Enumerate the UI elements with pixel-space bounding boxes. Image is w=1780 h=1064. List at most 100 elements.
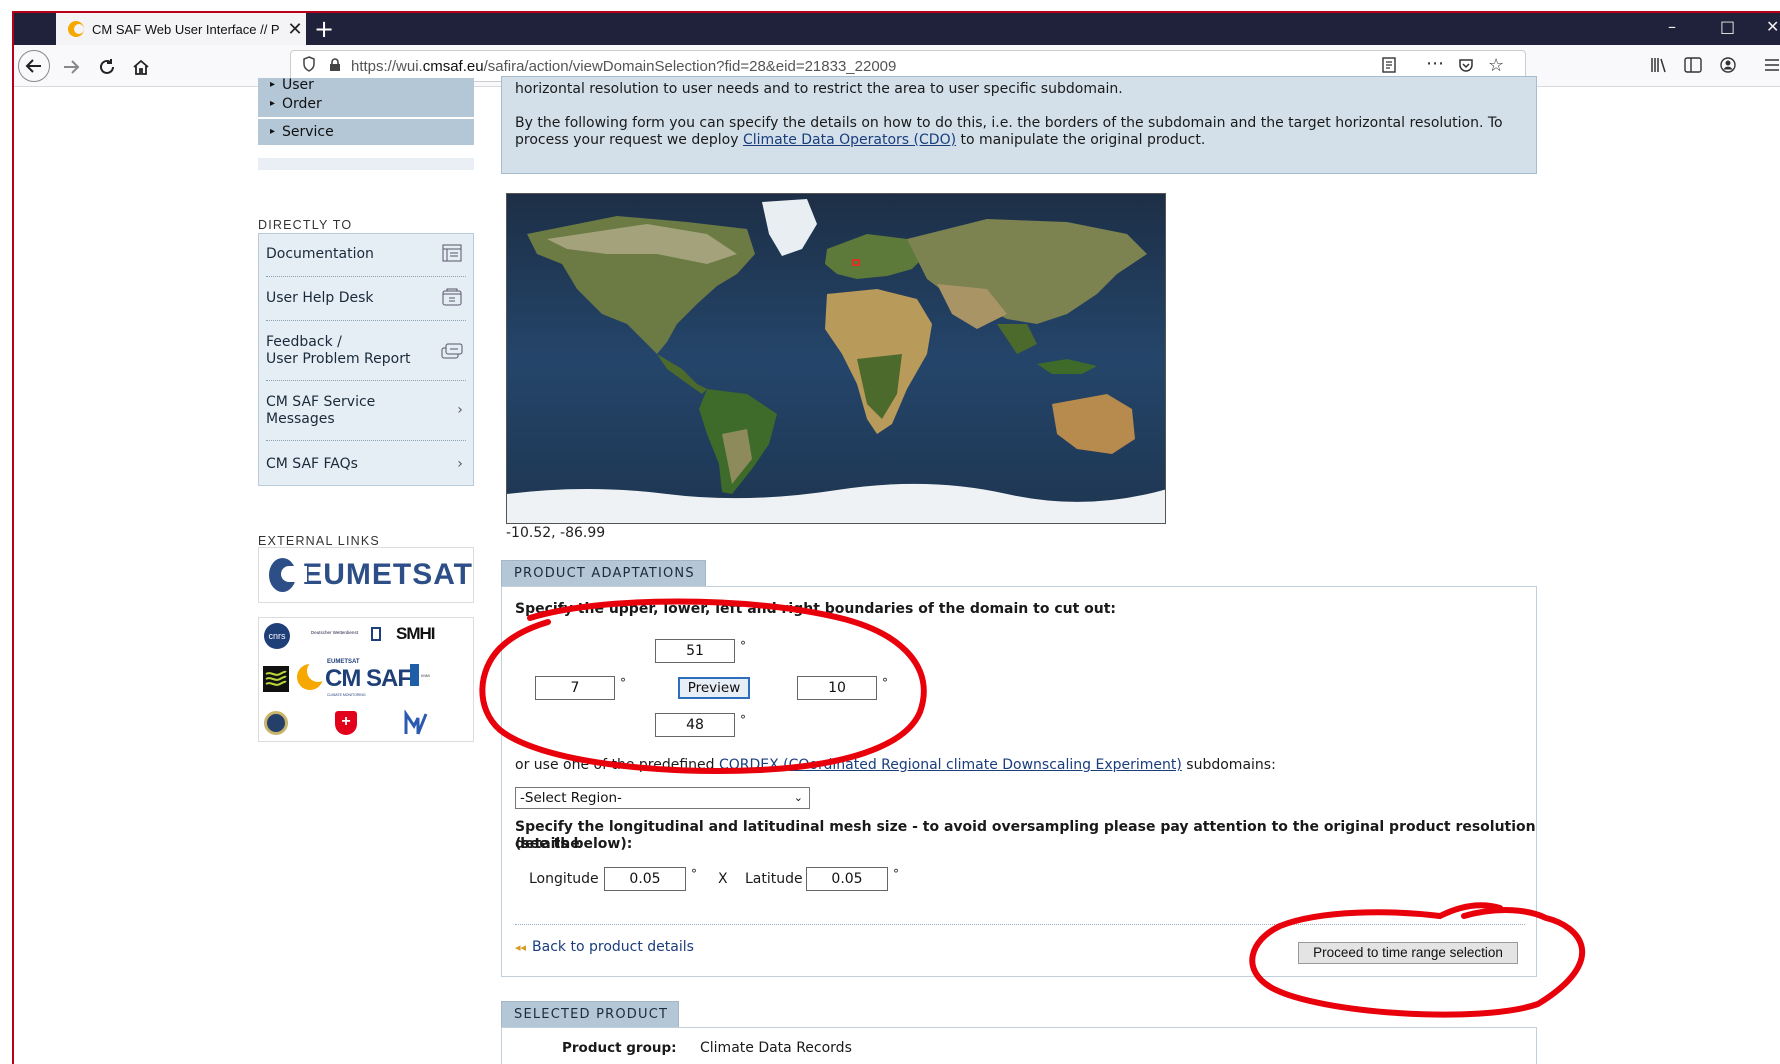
latitude-mesh-input[interactable]: 0.05 — [806, 867, 888, 891]
cdo-link[interactable]: Climate Data Operators (CDO) — [743, 132, 956, 148]
sidebar-item-label: Order — [282, 96, 322, 112]
proceed-to-time-range-button[interactable]: Proceed to time range selection — [1298, 942, 1518, 964]
feedback-icon — [441, 342, 463, 360]
divider — [266, 276, 466, 277]
external-links-heading: EXTERNAL LINKS — [258, 534, 380, 548]
latitude-label: Latitude — [745, 871, 803, 887]
cnrs-logo[interactable]: cnrs — [264, 623, 290, 649]
intro-panel: horizontal resolution to user needs and … — [501, 76, 1537, 174]
mesh-instruction: details below): — [515, 836, 633, 852]
lower-boundary-input[interactable]: 48 — [655, 713, 735, 737]
boundaries-instruction: Specify the upper, lower, left and right… — [515, 601, 1117, 617]
degree-unit: ° — [740, 639, 746, 653]
rmi-logo[interactable] — [404, 709, 428, 736]
eumetsat-logo-icon — [269, 558, 308, 592]
bookmark-star-icon[interactable]: ☆ — [1488, 55, 1504, 76]
service-messages-link[interactable]: CM SAF Service Messages — [266, 394, 466, 428]
browser-window: CM SAF Web User Interface // P ✕ + – □ ✕ — [0, 0, 1780, 1064]
selected-product-tab: SELECTED PRODUCT — [501, 1001, 679, 1027]
chevron-right-icon: › — [457, 402, 463, 418]
web-page: ▸ User ▸ Order ▸ Service DIRECTLY TO Doc… — [14, 76, 1780, 1064]
meteoswiss-globe-logo[interactable] — [264, 711, 288, 735]
close-tab-icon[interactable]: ✕ — [284, 19, 306, 40]
world-map-image — [507, 194, 1165, 523]
degree-unit: ° — [882, 676, 888, 690]
library-icon[interactable] — [1650, 57, 1668, 77]
sidebar-item-label: Service — [282, 124, 334, 140]
eumetsat-logo-link[interactable]: EUMETSAT — [258, 547, 474, 603]
reload-icon — [100, 59, 114, 74]
map-coordinates: -10.52, -86.99 — [506, 525, 606, 541]
upper-boundary-input[interactable]: 51 — [655, 639, 735, 663]
intro-text: horizontal resolution to user needs and … — [515, 81, 1123, 97]
region-select[interactable]: -Select Region- ⌄ — [515, 787, 810, 809]
right-boundary-input[interactable]: 10 — [797, 676, 877, 700]
swiss-shield-logo[interactable]: + — [335, 711, 357, 735]
directly-to-heading: DIRECTLY TO — [258, 218, 353, 232]
account-icon[interactable] — [1720, 57, 1736, 77]
document-icon — [441, 244, 463, 262]
menu-icon[interactable] — [1764, 57, 1780, 76]
cmsaf-logo-sub: CLIMATE MONITORING — [327, 693, 366, 697]
times-label: X — [718, 871, 728, 887]
longitude-label: Longitude — [529, 871, 599, 887]
preview-button[interactable]: Preview — [678, 677, 750, 699]
browser-tab[interactable]: CM SAF Web User Interface // P ✕ — [56, 13, 306, 45]
home-button[interactable] — [126, 52, 156, 82]
back-to-product-details-link[interactable]: ◂◂ Back to product details — [515, 939, 694, 955]
partner-logos-panel: cnrs Deutscher Wetterdienst SMHI EUMETSA… — [258, 617, 474, 742]
home-icon — [133, 59, 149, 75]
cmsaf-logo[interactable]: CM SAF — [325, 665, 412, 693]
selected-product-panel: Product group: Climate Data Records — [501, 1027, 1537, 1064]
title-bar: CM SAF Web User Interface // P ✕ + – □ ✕ — [14, 13, 1780, 45]
knmi-logo-text: KNMI — [421, 674, 430, 678]
maximize-icon[interactable]: □ — [1720, 17, 1735, 36]
shield-icon[interactable] — [301, 56, 317, 76]
user-help-desk-link[interactable]: User Help Desk — [266, 290, 466, 307]
pocket-icon[interactable] — [1458, 57, 1474, 77]
documentation-link[interactable]: Documentation — [266, 246, 466, 263]
smhi-logo[interactable]: SMHI — [396, 624, 435, 644]
degree-unit: ° — [740, 713, 746, 727]
sidebar-toggle-icon[interactable] — [1684, 57, 1702, 77]
longitude-mesh-input[interactable]: 0.05 — [604, 867, 686, 891]
cordex-link[interactable]: CORDEX (COordinated Regional climate Dow… — [719, 757, 1182, 773]
world-map[interactable] — [506, 193, 1166, 524]
forward-arrow-icon — [64, 60, 80, 74]
back-arrow-icon — [25, 59, 41, 73]
faqs-link[interactable]: CM SAF FAQs — [266, 456, 466, 473]
reader-view-icon[interactable] — [1382, 57, 1396, 77]
directly-to-panel: Documentation User Help Desk Feedback / … — [258, 233, 474, 486]
tab-title: CM SAF Web User Interface // P — [92, 21, 280, 37]
forward-button[interactable] — [56, 52, 86, 82]
more-actions-icon[interactable]: ⋯ — [1426, 53, 1444, 74]
dwd-logo-icon — [371, 627, 381, 641]
divider — [266, 320, 466, 321]
metoffice-logo[interactable] — [263, 666, 289, 692]
sidebar-item-order[interactable]: ▸ Order — [258, 91, 474, 117]
divider — [266, 440, 466, 441]
divider — [515, 924, 1525, 925]
helpdesk-icon — [441, 288, 463, 306]
degree-unit: ° — [691, 867, 697, 881]
knmi-logo[interactable] — [410, 664, 419, 686]
back-button[interactable] — [18, 50, 50, 82]
mesh-instruction: Specify the longitudinal and latitudinal… — [515, 819, 1536, 852]
intro-text: process your request we deploy Climate D… — [515, 132, 1206, 148]
triangle-right-icon: ▸ — [270, 126, 276, 137]
predefined-subdomains-text: or use one of the predefined CORDEX (COo… — [515, 757, 1276, 773]
double-arrow-left-icon: ◂◂ — [515, 941, 527, 954]
triangle-right-icon: ▸ — [270, 79, 276, 90]
cmsaf-favicon-icon — [68, 21, 84, 37]
product-group-label: Product group: — [562, 1040, 677, 1056]
new-tab-button[interactable]: + — [314, 15, 334, 43]
sidebar-item-service[interactable]: ▸ Service — [258, 119, 474, 145]
degree-unit: ° — [893, 867, 899, 881]
left-boundary-input[interactable]: 7 — [535, 676, 615, 700]
reload-button[interactable] — [92, 52, 122, 82]
lock-icon[interactable] — [329, 57, 341, 75]
feedback-link[interactable]: Feedback / User Problem Report — [266, 334, 466, 368]
minimize-icon[interactable]: – — [1668, 17, 1676, 36]
chevron-right-icon: › — [457, 456, 463, 472]
close-window-icon[interactable]: ✕ — [1766, 17, 1779, 36]
